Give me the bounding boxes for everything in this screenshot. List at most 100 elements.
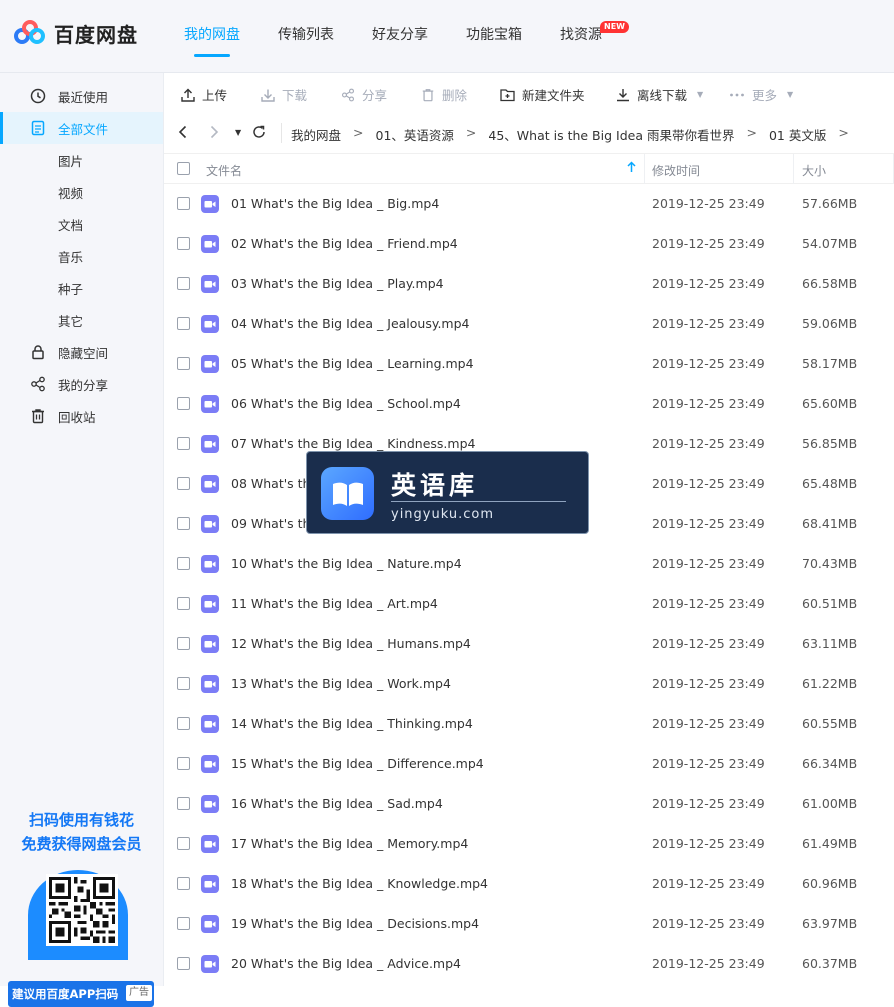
share-label: 分享	[362, 88, 388, 103]
table-row[interactable]: 15 What's the Big Idea _ Difference.mp4 2…	[164, 744, 894, 784]
sidebar-item-recent[interactable]: 最近使用	[0, 80, 163, 112]
sidebar-item-hidden-space[interactable]: 隐藏空间	[0, 336, 163, 368]
video-file-icon	[201, 395, 219, 413]
file-name[interactable]: 04 What's the Big Idea _ Jealousy.mp4	[231, 316, 470, 331]
row-checkbox[interactable]	[177, 677, 190, 690]
table-row[interactable]: 11 What's the Big Idea _ Art.mp4 2019-12-…	[164, 584, 894, 624]
more-button[interactable]: 更多 ▼	[729, 85, 793, 104]
sidebar-item-music[interactable]: 音乐	[0, 240, 163, 272]
row-checkbox[interactable]	[177, 717, 190, 730]
table-row[interactable]: 14 What's the Big Idea _ Thinking.mp4 201…	[164, 704, 894, 744]
file-modified-time: 2019-12-25 23:49	[652, 636, 765, 651]
table-row[interactable]: 12 What's the Big Idea _ Humans.mp4 2019-…	[164, 624, 894, 664]
table-row[interactable]: 03 What's the Big Idea _ Play.mp4 2019-12…	[164, 264, 894, 304]
refresh-icon[interactable]	[252, 125, 266, 143]
table-row[interactable]: 05 What's the Big Idea _ Learning.mp4 201…	[164, 344, 894, 384]
column-divider[interactable]	[644, 154, 645, 184]
table-row[interactable]: 10 What's the Big Idea _ Nature.mp4 2019-…	[164, 544, 894, 584]
sidebar-item-recycle-bin[interactable]: 回收站	[0, 400, 163, 432]
row-checkbox[interactable]	[177, 757, 190, 770]
row-checkbox[interactable]	[177, 357, 190, 370]
upload-button[interactable]: 上传	[181, 85, 227, 104]
file-name[interactable]: 16 What's the Big Idea _ Sad.mp4	[231, 796, 443, 811]
row-checkbox[interactable]	[177, 277, 190, 290]
sidebar-item-my-shares[interactable]: 我的分享	[0, 368, 163, 400]
file-name[interactable]: 17 What's the Big Idea _ Memory.mp4	[231, 836, 468, 851]
table-row[interactable]: 16 What's the Big Idea _ Sad.mp4 2019-12-…	[164, 784, 894, 824]
sidebar-item-documents[interactable]: 文档	[0, 208, 163, 240]
new-badge: NEW	[600, 21, 629, 33]
nav-friend-share[interactable]: 好友分享	[372, 0, 428, 73]
offline-download-button[interactable]: 离线下载 ▼	[616, 85, 703, 104]
file-name[interactable]: 03 What's the Big Idea _ Play.mp4	[231, 276, 444, 291]
nav-find-resources[interactable]: 找资源 NEW	[560, 0, 629, 73]
share-button[interactable]: 分享	[341, 85, 387, 104]
table-row[interactable]: 06 What's the Big Idea _ School.mp4 2019-…	[164, 384, 894, 424]
file-name[interactable]: 20 What's the Big Idea _ Advice.mp4	[231, 956, 461, 971]
row-checkbox[interactable]	[177, 917, 190, 930]
file-name[interactable]: 07 What's the Big Idea _ Kindness.mp4	[231, 436, 475, 451]
row-checkbox[interactable]	[177, 437, 190, 450]
row-checkbox[interactable]	[177, 317, 190, 330]
file-name[interactable]: 09 What's th	[231, 516, 310, 531]
back-icon[interactable]	[178, 125, 188, 143]
download-button[interactable]: 下载	[261, 85, 307, 104]
breadcrumb-item[interactable]: 45、What is the Big Idea 雨果带你看世界	[488, 125, 734, 144]
breadcrumb-item[interactable]: 01、英语资源	[376, 125, 454, 144]
table-row[interactable]: 20 What's the Big Idea _ Advice.mp4 2019-…	[164, 944, 894, 984]
sidebar-item-videos[interactable]: 视频	[0, 176, 163, 208]
row-checkbox[interactable]	[177, 957, 190, 970]
history-dropdown-icon[interactable]: ▼	[235, 128, 241, 137]
file-name[interactable]: 14 What's the Big Idea _ Thinking.mp4	[231, 716, 473, 731]
sidebar-item-images[interactable]: 图片	[0, 144, 163, 176]
file-name[interactable]: 15 What's the Big Idea _ Difference.mp4	[231, 756, 484, 771]
file-name[interactable]: 08 What's th	[231, 476, 310, 491]
row-checkbox[interactable]	[177, 397, 190, 410]
row-checkbox[interactable]	[177, 197, 190, 210]
sort-ascending-icon[interactable]	[627, 161, 636, 176]
nav-toolbox[interactable]: 功能宝箱	[466, 0, 522, 73]
column-header-size[interactable]: 大小	[802, 162, 826, 179]
row-checkbox[interactable]	[177, 477, 190, 490]
column-header-name[interactable]: 文件名	[206, 162, 242, 179]
file-name[interactable]: 10 What's the Big Idea _ Nature.mp4	[231, 556, 462, 571]
row-checkbox[interactable]	[177, 597, 190, 610]
row-checkbox[interactable]	[177, 517, 190, 530]
select-all-checkbox[interactable]	[177, 162, 190, 175]
sidebar-item-other[interactable]: 其它	[0, 304, 163, 336]
table-row[interactable]: 13 What's the Big Idea _ Work.mp4 2019-12…	[164, 664, 894, 704]
file-name[interactable]: 01 What's the Big Idea _ Big.mp4	[231, 196, 439, 211]
file-name[interactable]: 18 What's the Big Idea _ Knowledge.mp4	[231, 876, 488, 891]
table-row[interactable]: 04 What's the Big Idea _ Jealousy.mp4 201…	[164, 304, 894, 344]
column-header-modified[interactable]: 修改时间	[652, 162, 700, 179]
breadcrumb-item[interactable]: 我的网盘	[291, 125, 341, 144]
ad-banner[interactable]: 扫码使用有钱花 免费获得网盘会员 建议用百度APP扫码 广告	[0, 808, 163, 1007]
table-row[interactable]: 17 What's the Big Idea _ Memory.mp4 2019-…	[164, 824, 894, 864]
file-name[interactable]: 11 What's the Big Idea _ Art.mp4	[231, 596, 438, 611]
row-checkbox[interactable]	[177, 797, 190, 810]
forward-icon[interactable]	[209, 125, 219, 143]
row-checkbox[interactable]	[177, 837, 190, 850]
file-name[interactable]: 12 What's the Big Idea _ Humans.mp4	[231, 636, 471, 651]
nav-my-netdisk[interactable]: 我的网盘	[184, 0, 240, 73]
table-row[interactable]: 01 What's the Big Idea _ Big.mp4 2019-12-…	[164, 184, 894, 224]
sidebar-item-all-files[interactable]: 全部文件	[0, 112, 163, 144]
row-checkbox[interactable]	[177, 637, 190, 650]
table-row[interactable]: 02 What's the Big Idea _ Friend.mp4 2019-…	[164, 224, 894, 264]
sidebar-item-torrents[interactable]: 种子	[0, 272, 163, 304]
file-name[interactable]: 06 What's the Big Idea _ School.mp4	[231, 396, 461, 411]
file-name[interactable]: 02 What's the Big Idea _ Friend.mp4	[231, 236, 458, 251]
table-row[interactable]: 18 What's the Big Idea _ Knowledge.mp4 20…	[164, 864, 894, 904]
nav-transfer-list[interactable]: 传输列表	[278, 0, 334, 73]
file-name[interactable]: 05 What's the Big Idea _ Learning.mp4	[231, 356, 474, 371]
delete-button[interactable]: 删除	[421, 85, 467, 104]
column-divider[interactable]	[793, 154, 794, 184]
row-checkbox[interactable]	[177, 557, 190, 570]
file-name[interactable]: 19 What's the Big Idea _ Decisions.mp4	[231, 916, 479, 931]
row-checkbox[interactable]	[177, 877, 190, 890]
app-logo[interactable]: 百度网盘	[14, 19, 138, 48]
new-folder-button[interactable]: 新建文件夹	[500, 85, 585, 104]
file-name[interactable]: 13 What's the Big Idea _ Work.mp4	[231, 676, 451, 691]
table-row[interactable]: 19 What's the Big Idea _ Decisions.mp4 20…	[164, 904, 894, 944]
row-checkbox[interactable]	[177, 237, 190, 250]
